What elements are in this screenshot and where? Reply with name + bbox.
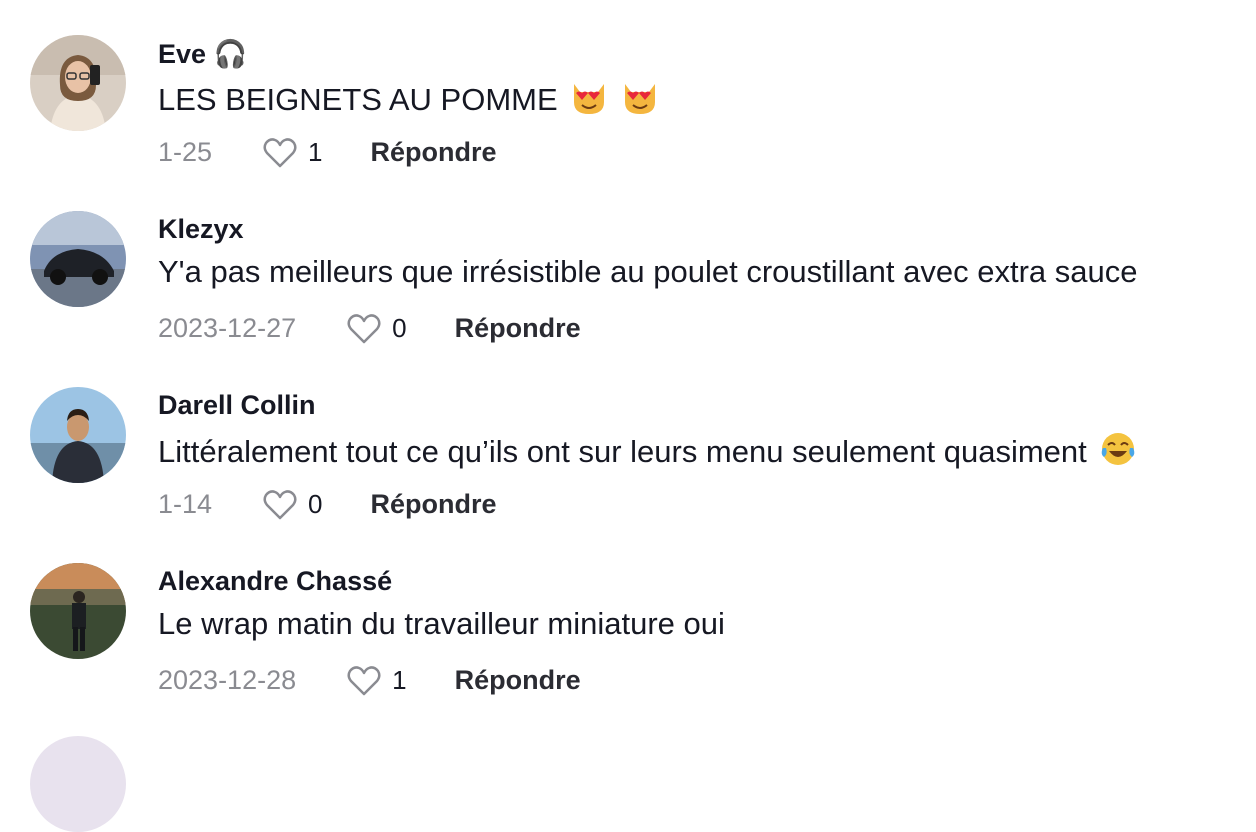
reply-button[interactable]: Répondre [371,137,497,168]
heart-icon [347,314,381,344]
comment-item: Darell Collin Littéralement tout ce qu’i… [0,352,1256,528]
like-button[interactable]: 1 [346,663,407,697]
comment-meta: 1-25 1 Répondre [158,132,497,172]
avatar-image [30,35,126,131]
comment-text: Y'a pas meilleurs que irrésistible au po… [158,254,1138,289]
avatar-image [30,563,126,659]
heart-icon [263,138,297,168]
like-count: 1 [392,664,407,695]
like-count: 0 [308,488,323,519]
comment-meta: 2023-12-27 0 Répondre [158,308,581,348]
username[interactable]: Darell Collin [158,390,316,421]
tears-of-joy-emoji [1102,433,1135,465]
like-count: 1 [308,136,323,167]
comment-meta: 2023-12-28 1 Répondre [158,660,581,700]
like-button[interactable]: 0 [262,487,323,521]
comment-date: 1-25 [158,136,213,167]
comment-item: Alexandre Chassé Le wrap matin du travai… [0,528,1256,704]
username[interactable]: Eve 🎧 [158,38,247,70]
avatar[interactable] [30,211,126,307]
heart-eyes-cat-emoji [574,84,605,114]
comment-text: LES BEIGNETS AU POMME [158,78,659,118]
comment-meta: 1-14 0 Répondre [158,484,497,524]
heart-icon [263,490,297,520]
comment-text: Littéralement tout ce qu’ils ont sur leu… [158,430,1137,470]
reply-button[interactable]: Répondre [371,489,497,520]
comment-text: Le wrap matin du travailleur miniature o… [158,606,725,641]
avatar[interactable] [30,35,126,131]
avatar[interactable] [30,563,126,659]
comment-date: 2023-12-28 [158,664,297,695]
username[interactable]: Alexandre Chassé [158,566,392,597]
reply-button[interactable]: Répondre [455,665,581,696]
like-button[interactable]: 1 [262,135,323,169]
avatar-image [30,211,126,307]
like-count: 0 [392,312,407,343]
heart-eyes-cat-emoji [624,84,655,114]
avatar[interactable] [30,387,126,483]
avatar[interactable] [30,736,126,832]
heart-icon [347,666,381,696]
reply-button[interactable]: Répondre [455,313,581,344]
comment-item: Eve 🎧 LES BEIGNETS AU POMME 1-25 1 Répon… [0,0,1256,176]
comment-date: 1-14 [158,488,213,519]
username[interactable]: Klezyx [158,214,244,245]
comment-item: Klezyx Y'a pas meilleurs que irrésistibl… [0,176,1256,352]
comment-date: 2023-12-27 [158,312,297,343]
like-button[interactable]: 0 [346,311,407,345]
avatar-image [30,387,126,483]
